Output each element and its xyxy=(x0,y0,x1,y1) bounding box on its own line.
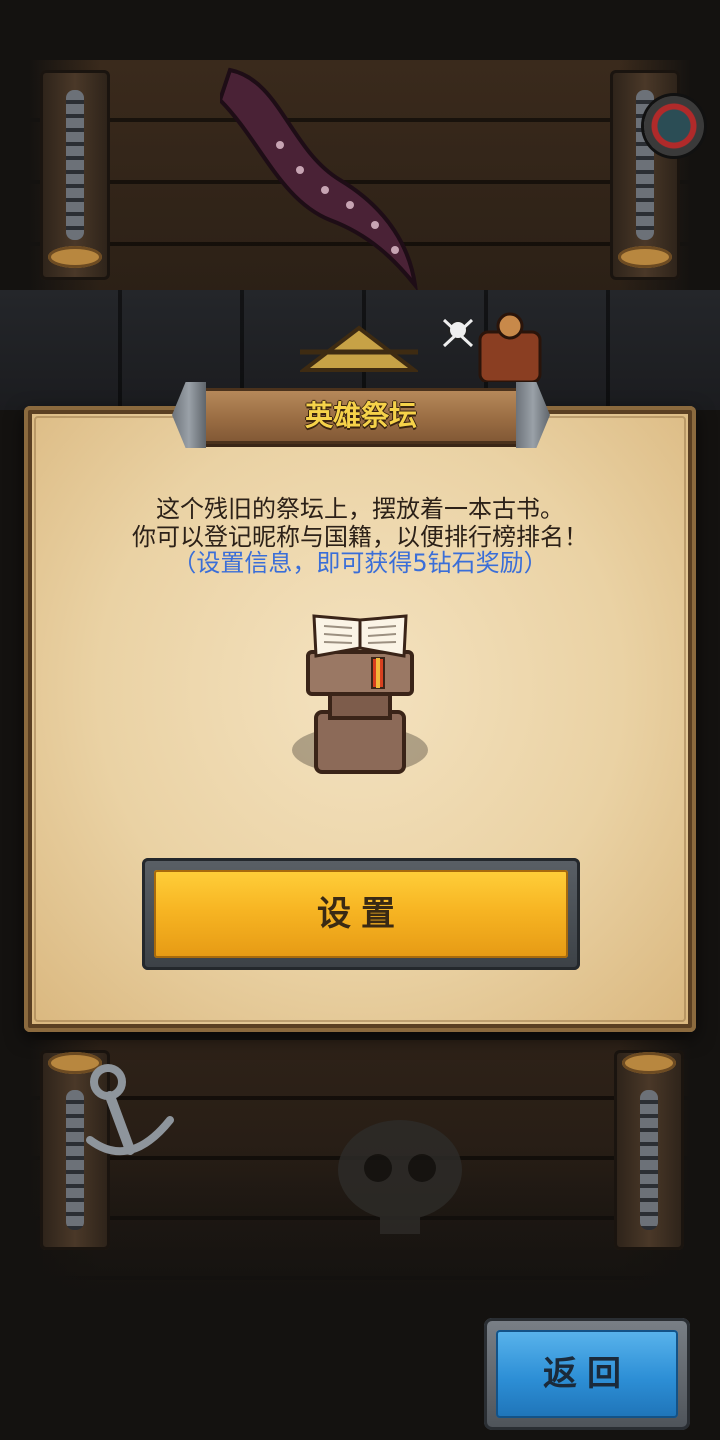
dialog-title: 英雄祭坛 xyxy=(304,399,417,432)
pillar-cap xyxy=(622,1052,676,1074)
back-button[interactable]: 返回 xyxy=(484,1318,690,1430)
pirate-icon xyxy=(442,312,542,382)
set-info-button[interactable]: 设置 xyxy=(142,858,580,970)
tentacle-icon xyxy=(220,67,418,290)
chain-icon xyxy=(640,1090,658,1230)
menu-badge-icon[interactable] xyxy=(644,96,704,156)
dialog-title-plank: 英雄祭坛 xyxy=(172,380,550,452)
right-bottom-pillar xyxy=(614,1050,684,1250)
tent-icon xyxy=(300,325,418,372)
anchor-icon xyxy=(86,1064,174,1156)
reward-hint: （设置信息，即可获得5钻石奖励） xyxy=(172,549,548,577)
left-top-pillar xyxy=(40,70,110,280)
description-line-1: 这个残旧的祭坛上，摆放着一本古书。 xyxy=(156,495,564,523)
set-button-label: 设置 xyxy=(317,894,405,934)
altar-book-icon xyxy=(292,614,428,774)
chain-icon xyxy=(66,90,84,240)
skull-icon xyxy=(338,1120,462,1234)
back-button-label: 返回 xyxy=(543,1354,631,1394)
pillar-cap xyxy=(618,246,672,268)
pillar-cap xyxy=(48,246,102,268)
